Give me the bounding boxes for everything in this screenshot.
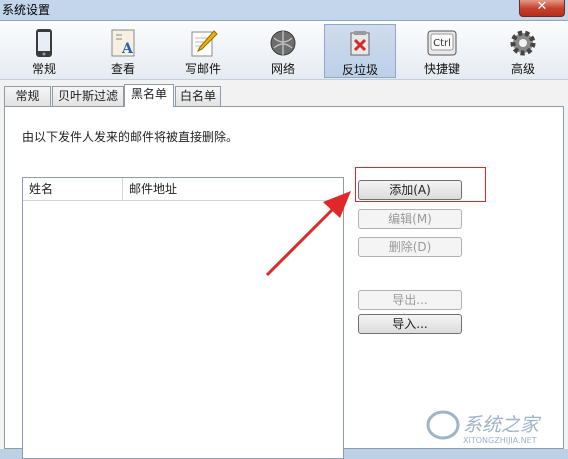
toolbar-advanced[interactable]: 高级 — [487, 24, 559, 78]
tab-strip: 常规 贝叶斯过滤 黑名单 白名单 — [0, 84, 568, 107]
title-bar[interactable]: 系统设置 ✕ — [0, 0, 568, 20]
category-toolbar: 常规 A 查看 写邮件 网络 反垃圾 Ctrl 快捷键 高级 — [0, 21, 568, 80]
toolbar-general[interactable]: 常规 — [8, 24, 80, 78]
watermark-logo: 系统之家 XITONGZHIJIA.NET — [426, 410, 542, 445]
annotation-arrow — [265, 191, 351, 277]
toolbar-compose[interactable]: 写邮件 — [167, 24, 239, 78]
toolbar-view-label: 查看 — [110, 62, 135, 76]
settings-window: 系统设置 ✕ 常规 A 查看 写邮件 网络 反垃圾 Ctrl 快捷键 高级 常规… — [0, 0, 568, 459]
window-title: 系统设置 — [2, 3, 51, 17]
toolbar-network-label: 网络 — [270, 62, 295, 76]
client-area: 常规 A 查看 写邮件 网络 反垃圾 Ctrl 快捷键 高级 常规 贝叶斯过滤 … — [0, 20, 568, 459]
shortcut-key-icon: Ctrl — [427, 30, 457, 56]
close-icon: ✕ — [536, 0, 548, 14]
toolbar-advanced-label: 高级 — [510, 62, 535, 76]
tab-general[interactable]: 常规 — [4, 86, 51, 106]
phone-icon — [36, 29, 52, 57]
tab-blacklist[interactable]: 黑名单 — [124, 84, 174, 107]
view-icon: A — [111, 29, 135, 57]
toolbar-network[interactable]: 网络 — [247, 24, 319, 78]
tab-whitelist[interactable]: 白名单 — [175, 86, 221, 106]
toolbar-anti-spam-label: 反垃圾 — [341, 63, 378, 77]
gear-icon — [510, 30, 536, 56]
network-icon — [270, 30, 296, 56]
tab-bayes-filter[interactable]: 贝叶斯过滤 — [52, 86, 124, 106]
watermark-url: XITONGZHIJIA.NET — [463, 436, 537, 445]
toolbar-general-label: 常规 — [31, 62, 56, 76]
shortcut-key-ctrl-label: Ctrl — [433, 38, 451, 49]
toolbar-shortcuts[interactable]: Ctrl 快捷键 — [406, 24, 478, 78]
anti-spam-icon — [350, 31, 370, 56]
watermark-text: 系统之家 — [463, 414, 542, 436]
close-button[interactable]: ✕ — [519, 0, 565, 17]
svg-text:A: A — [121, 41, 134, 57]
write-mail-icon — [191, 30, 218, 57]
toolbar-anti-spam[interactable]: 反垃圾 — [324, 24, 396, 78]
toolbar-compose-label: 写邮件 — [184, 62, 221, 76]
toolbar-shortcuts-label: 快捷键 — [423, 62, 460, 76]
blacklist-panel: 由以下发件人发来的邮件将被直接删除。 姓名 邮件地址 添加(A) 编辑(M) 删… — [4, 106, 564, 459]
toolbar-view[interactable]: A 查看 — [87, 24, 159, 78]
